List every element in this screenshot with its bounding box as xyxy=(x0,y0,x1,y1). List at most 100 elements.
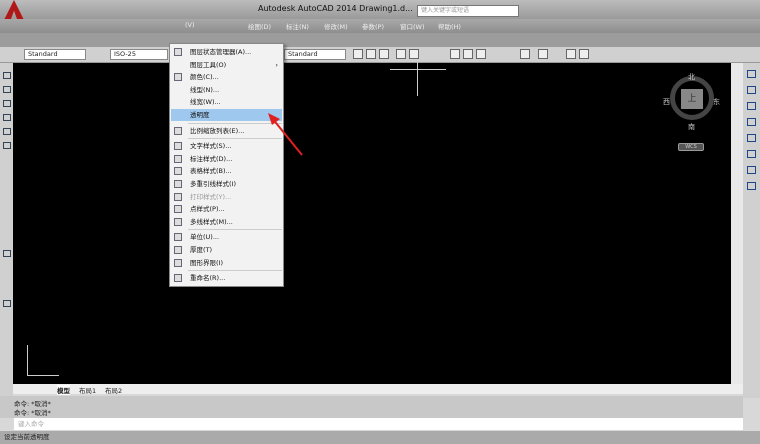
undo-icon[interactable] xyxy=(520,49,530,59)
menu-item-label: 线宽(W)... xyxy=(190,98,221,107)
modify-toolbar xyxy=(743,63,760,398)
mirror-icon[interactable] xyxy=(747,102,756,110)
layout-tabs: 模型 布局1 布局2 xyxy=(13,384,743,395)
text-icon[interactable] xyxy=(3,300,11,307)
menu-item-label: 单位(U)... xyxy=(190,233,220,242)
wcs-menu[interactable]: WCS xyxy=(678,143,704,151)
tab-layout1[interactable]: 布局1 xyxy=(79,385,96,395)
text-style-icon xyxy=(174,142,182,151)
menu-parametric[interactable]: 参数(P) xyxy=(362,21,384,31)
arc-icon[interactable] xyxy=(3,128,11,135)
menu-window[interactable]: 窗口(W) xyxy=(400,21,425,31)
menu-separator xyxy=(188,229,282,231)
erase-icon[interactable] xyxy=(747,70,756,78)
print-icon[interactable] xyxy=(396,49,406,59)
table-style-select[interactable]: Standard xyxy=(284,49,346,60)
color-icon xyxy=(174,73,182,82)
menu-dimension[interactable]: 标注(N) xyxy=(286,21,309,31)
menu-item[interactable]: 线型(N)... xyxy=(171,84,282,96)
menu-draw[interactable]: 绘图(D) xyxy=(248,21,271,31)
rectangle-icon[interactable] xyxy=(3,114,11,121)
menu-item[interactable]: 颜色(C)... xyxy=(171,71,282,83)
crosshair-vertical xyxy=(417,62,418,96)
redo-icon[interactable] xyxy=(538,49,548,59)
new-icon[interactable] xyxy=(353,49,363,59)
menu-item[interactable]: 多线样式(M)... xyxy=(171,216,282,228)
dim-style-select[interactable]: ISO-25 xyxy=(110,49,168,60)
line-icon[interactable] xyxy=(3,72,11,79)
save-icon[interactable] xyxy=(379,49,389,59)
ribbon-area xyxy=(0,33,760,47)
offset-icon[interactable] xyxy=(747,118,756,126)
polyline-icon[interactable] xyxy=(3,86,11,93)
polygon-icon[interactable] xyxy=(3,100,11,107)
text-style-select[interactable]: Standard xyxy=(24,49,86,60)
menu-item[interactable]: 多重引线样式(I) xyxy=(171,178,282,190)
compass-south[interactable]: 南 xyxy=(688,122,695,132)
command-line: 命令: *取消* xyxy=(14,409,51,417)
search-input[interactable]: 键入关键字或短语 xyxy=(417,5,519,17)
rename-icon xyxy=(174,274,182,283)
paste-icon[interactable] xyxy=(476,49,486,59)
dim-style-icon xyxy=(174,154,182,163)
units-icon xyxy=(174,233,182,242)
mline-style-icon xyxy=(174,217,182,226)
scale-icon[interactable] xyxy=(747,182,756,190)
menu-item[interactable]: 线宽(W)... xyxy=(171,96,282,108)
menu-item-label: 多重引线样式(I) xyxy=(190,180,236,188)
drawing-canvas[interactable] xyxy=(13,63,743,384)
menu-item-label: 图层工具(O) xyxy=(190,60,227,69)
viewcube-face[interactable]: 上 xyxy=(681,89,703,109)
preview-icon[interactable] xyxy=(409,49,419,59)
menu-item[interactable]: 点样式(P)... xyxy=(171,203,282,215)
menu-item[interactable]: 图形界限(I) xyxy=(171,257,282,269)
menu-item[interactable]: 图层工具(O) › xyxy=(171,59,282,71)
rotate-icon[interactable] xyxy=(747,166,756,174)
pan-icon[interactable] xyxy=(566,49,576,59)
circle-icon[interactable] xyxy=(3,142,11,149)
tab-layout2[interactable]: 布局2 xyxy=(105,385,122,395)
compass-west[interactable]: 西 xyxy=(663,97,670,107)
crosshair-horizontal xyxy=(390,69,446,70)
move-icon[interactable] xyxy=(747,150,756,158)
menu-item[interactable]: 打印样式(Y)... xyxy=(171,191,282,203)
mleader-style-icon xyxy=(174,180,182,188)
menu-item-label: 文字样式(S)... xyxy=(190,142,232,151)
red-arrow-annotation xyxy=(268,113,303,156)
menu-item-label: 颜色(C)... xyxy=(190,73,219,82)
ucs-x-axis-icon xyxy=(27,375,59,376)
menu-item[interactable]: 厚度(T) xyxy=(171,244,282,256)
array-icon[interactable] xyxy=(747,134,756,142)
menu-item-label: 点样式(P)... xyxy=(190,205,225,214)
zoom-icon[interactable] xyxy=(579,49,589,59)
menu-item[interactable]: 图层状态管理器(A)... xyxy=(171,46,282,58)
menu-help[interactable]: 帮助(H) xyxy=(438,21,461,31)
ucs-y-axis-icon xyxy=(27,345,28,375)
menu-item-label: 打印样式(Y)... xyxy=(190,192,232,201)
tab-model[interactable]: 模型 xyxy=(57,385,70,395)
cut-icon[interactable] xyxy=(450,49,460,59)
thickness-icon xyxy=(174,246,182,254)
format-menu: 图层状态管理器(A)... 图层工具(O) › 颜色(C)... 线型(N)... 线宽(… xyxy=(169,43,284,287)
menu-separator xyxy=(188,270,282,272)
menu-item[interactable]: 表格样式(B)... xyxy=(171,165,282,177)
menu-item-label: 线型(N)... xyxy=(190,85,220,94)
copy-object-icon[interactable] xyxy=(747,86,756,94)
hatch-icon[interactable] xyxy=(3,250,11,257)
vertical-scrollbar[interactable] xyxy=(731,63,743,384)
menu-view[interactable]: (V) xyxy=(185,21,195,29)
menu-item-label: 比例缩放列表(E)... xyxy=(190,126,245,135)
menu-item-label: 标注样式(D)... xyxy=(190,154,233,163)
table-style-icon xyxy=(174,167,182,176)
menu-item[interactable]: 重命名(R)... xyxy=(171,272,282,284)
copy-icon[interactable] xyxy=(463,49,473,59)
menu-modify[interactable]: 修改(M) xyxy=(324,21,348,31)
scale-list-icon xyxy=(174,126,182,135)
menu-item[interactable]: 单位(U)... xyxy=(171,231,282,243)
open-icon[interactable] xyxy=(366,49,376,59)
chevron-right-icon: › xyxy=(275,60,278,69)
command-input[interactable]: 键入命令 xyxy=(14,418,743,430)
compass-east[interactable]: 东 xyxy=(713,97,720,107)
limits-icon xyxy=(174,258,182,267)
compass-north[interactable]: 北 xyxy=(688,72,695,82)
